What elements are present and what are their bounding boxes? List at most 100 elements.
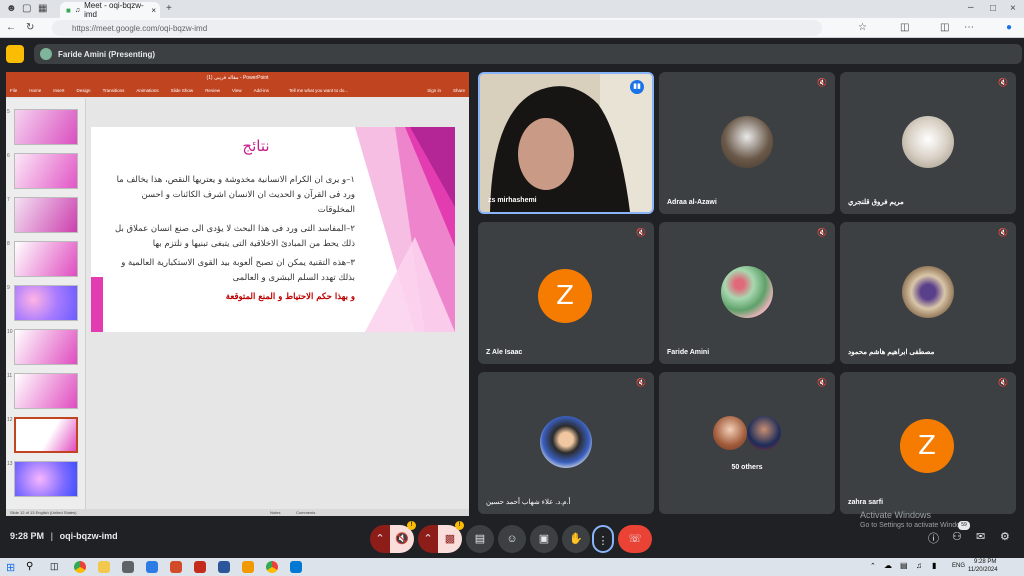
participant-avatar-letter: Z (538, 269, 592, 323)
favorites-icon[interactable]: ☆ (858, 20, 867, 36)
participant-avatar (902, 116, 954, 168)
workspaces-icon[interactable]: ▦ (38, 1, 47, 17)
taskbar-clock-time[interactable]: 9:28 PM (974, 559, 996, 565)
presenter-chip[interactable]: Faride Amini (Presenting) (34, 44, 1022, 64)
mic-off-icon: 🔇 (817, 78, 827, 87)
copilot-icon[interactable]: ● (1006, 20, 1012, 36)
tab-title: Meet - oqi-bqzw-imd (84, 1, 144, 19)
task-view-icon[interactable]: ◫ (50, 561, 62, 573)
ribbon-tab-slideshow: Slide Show (170, 87, 194, 93)
camera-toggle-button[interactable]: ▩ ! (438, 521, 464, 553)
start-icon[interactable]: ⊞ (6, 561, 18, 574)
slide-line: ذلك يحط من المبادئ الاخلاقية التى يتبغى … (152, 239, 355, 249)
raise-hand-button[interactable]: ✋ (562, 525, 590, 553)
participant-tile[interactable]: 🔇 Z Z Ale Isaac (478, 222, 654, 364)
participant-tile[interactable]: 🔇 أ.م.د. علاء شهاب أحمد حسين (478, 372, 654, 514)
chrome-icon[interactable] (266, 561, 278, 573)
file-explorer-icon[interactable] (98, 561, 110, 573)
more-options-button[interactable]: ⋮ (592, 525, 614, 553)
ppt-ribbon: File Home Insert Design Transitions Anim… (6, 83, 469, 97)
search-icon[interactable]: ⚲ (26, 561, 38, 573)
participant-name: مصطفى ابراهيم هاشم محمود (848, 349, 935, 356)
ribbon-tab-file: File (10, 87, 18, 93)
word-icon[interactable] (218, 561, 230, 573)
maximize-icon[interactable]: □ (990, 1, 996, 17)
slide-thumbnail (14, 197, 78, 233)
ppt-window-title: مقاله فریبی (1) - PowerPoint (206, 74, 269, 81)
refresh-icon[interactable]: ↻ (26, 20, 34, 36)
back-icon[interactable]: ← (6, 20, 16, 36)
ppt-comments: Comments (296, 510, 316, 515)
thumb-number: 9 (7, 285, 10, 291)
info-icon[interactable]: ⓘ (928, 530, 939, 546)
ribbon-tab-home: Home (29, 87, 42, 93)
mail-icon[interactable] (146, 561, 158, 573)
participant-tile[interactable]: 🔇 Faride Amini (659, 222, 835, 364)
tray-icon[interactable]: ☁ (884, 561, 892, 570)
browser-tab-bar: ☻ ▢ ▦ ■ ♫ Meet - oqi-bqzw-imd × + – □ × (0, 0, 1024, 19)
participant-avatar (747, 416, 781, 450)
emoji-button[interactable]: ☺ (498, 525, 526, 553)
slide-thumbnail (14, 109, 78, 145)
tab-close-icon[interactable]: × (151, 6, 156, 15)
url-field[interactable]: https://meet.google.com/oqi-bqzw-imd (52, 20, 822, 36)
split-screen-icon[interactable]: ◫ (900, 20, 909, 36)
participant-tile[interactable]: 🔇 مصطفى ابراهيم هاشم محمود (840, 222, 1016, 364)
slide-line: ورد فى القرآن و الحديث ان الانسان اشرف ا… (141, 190, 355, 200)
thumb-number: 6 (7, 153, 10, 159)
slide-left-accent (91, 277, 103, 332)
participant-tile[interactable]: 🔇 Z zahra sarfi (840, 372, 1016, 514)
activities-icon[interactable]: ⚙ (1000, 530, 1010, 543)
tab-actions-icon[interactable]: ▢ (22, 1, 31, 17)
meeting-time-code: 9:28 PM | oqi-bqzw-imd (10, 531, 118, 541)
leave-call-button[interactable]: ☏ (618, 525, 652, 553)
new-tab-icon[interactable]: + (166, 1, 172, 17)
participant-name: zs mirhashemi (488, 197, 537, 204)
participant-tile-others[interactable]: 🔇 50 others (659, 372, 835, 514)
collections-icon[interactable]: ◫ (940, 20, 949, 36)
chat-icon[interactable]: ✉ (976, 530, 985, 543)
people-count-badge: 59 (958, 521, 970, 530)
mic-off-icon: 🔇 (817, 378, 827, 387)
browser-tab[interactable]: ■ ♫ Meet - oqi-bqzw-imd × (60, 1, 160, 19)
pdf-icon[interactable] (194, 561, 206, 573)
participant-tile[interactable]: ▮▮ zs mirhashemi (478, 72, 654, 214)
mic-toggle-button[interactable]: 🔇 ! (390, 521, 416, 553)
minimize-icon[interactable]: – (968, 0, 974, 16)
slide-thumbnail (14, 373, 78, 409)
battery-icon[interactable]: ▮ (932, 561, 936, 570)
profile-icon[interactable]: ☻ (6, 1, 17, 17)
thumb-number: 5 (7, 109, 10, 115)
store-icon[interactable] (122, 561, 134, 573)
ribbon-tab-addins: Add-ins (253, 87, 269, 93)
thumb-number: 12 (7, 417, 13, 423)
ribbon-tell-me: Tell me what you want to do... (288, 87, 349, 93)
people-icon[interactable]: ⚇ (952, 530, 962, 543)
close-window-icon[interactable]: × (1010, 1, 1016, 17)
language-indicator[interactable]: ENG (952, 563, 965, 569)
captions-button[interactable]: ▤ (466, 525, 494, 553)
participant-tile[interactable]: 🔇 مريم فروق قلنجري (840, 72, 1016, 214)
ribbon-sign-in: Sign in (427, 87, 441, 93)
edge-icon[interactable] (290, 561, 302, 573)
video-options-button[interactable]: ⌃ (418, 525, 438, 553)
taskbar-clock-date[interactable]: 11/20/2024 (968, 567, 998, 573)
meet-header: Faride Amini (Presenting) (0, 40, 1024, 68)
ribbon-tab-view: View (231, 87, 242, 93)
browser-more-icon[interactable]: ⋯ (964, 20, 974, 36)
slide-thumbnail (14, 461, 78, 497)
app-icon[interactable] (242, 561, 254, 573)
slide-thumbnail (14, 241, 78, 277)
present-button[interactable]: ▣ (530, 525, 558, 553)
windows-taskbar: ⊞ ⚲ ◫ ⌃ ☁ ▤ ♫ ▮ ENG 9:28 PM 11/20/2024 (0, 558, 1024, 576)
participant-tile[interactable]: 🔇 Adraa al-Azawi (659, 72, 835, 214)
tray-chevron-icon[interactable]: ⌃ (870, 562, 876, 570)
volume-icon[interactable]: ♫ (916, 561, 922, 570)
powerpoint-icon[interactable] (170, 561, 182, 573)
network-icon[interactable]: ▤ (900, 561, 908, 570)
audio-icon[interactable]: ♫ (75, 7, 80, 14)
slide-conclusion-line: و بهذا حكم الاحتياط و المنع المتوقعة (225, 292, 355, 302)
chrome-icon[interactable] (74, 561, 86, 573)
slide-thumbnails: 5 6 7 8 9 10 11 12 13 (6, 99, 86, 509)
audio-options-button[interactable]: ⌃ (370, 525, 390, 553)
